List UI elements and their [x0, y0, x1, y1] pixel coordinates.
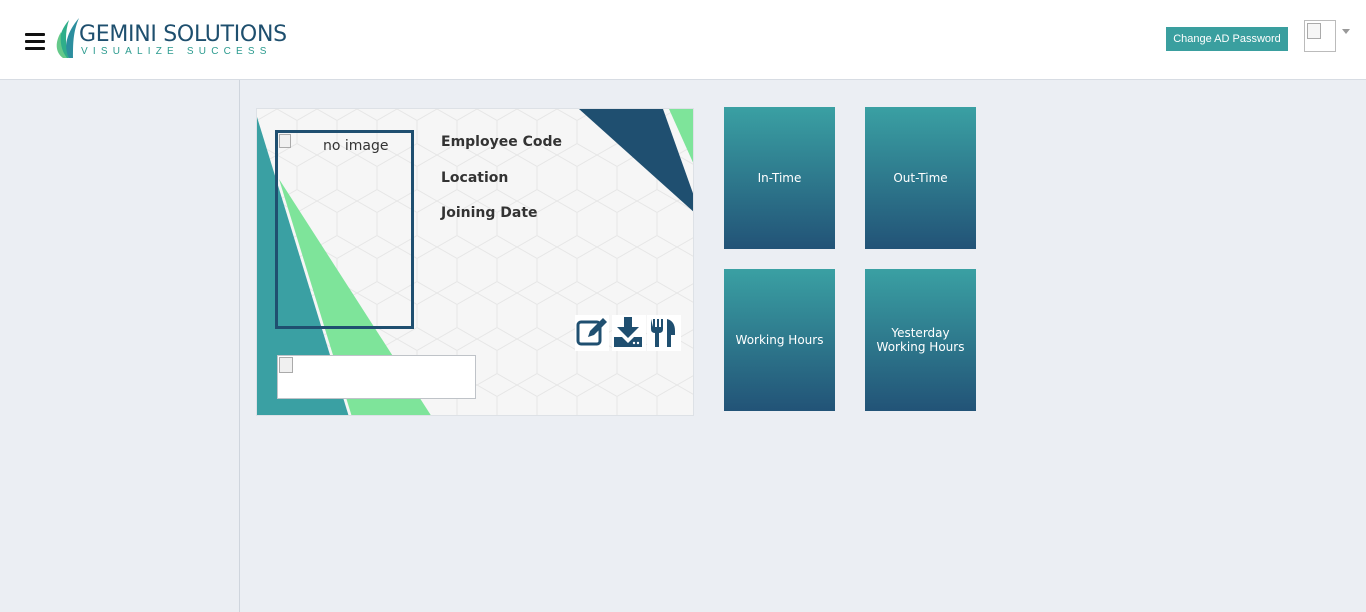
photo-alt-text: no image [323, 138, 389, 154]
company-logo[interactable]: GEMINI SOLUTIONS VISUALIZE SUCCESS [55, 14, 287, 60]
employee-photo: no image [275, 130, 414, 329]
joining-date-label: Joining Date [441, 205, 538, 221]
yesterday-working-hours-tile[interactable]: Yesterday Working Hours [865, 269, 976, 411]
signature-image [277, 355, 476, 399]
brand-name: GEMINI SOLUTIONS [79, 22, 287, 47]
tile-label: Yesterday Working Hours [876, 326, 965, 354]
tile-label: Working Hours [735, 333, 824, 347]
employee-code-label: Employee Code [441, 134, 562, 150]
broken-image-icon [279, 134, 291, 148]
tile-label: In-Time [757, 171, 802, 185]
in-time-tile[interactable]: In-Time [724, 107, 835, 249]
edit-icon[interactable] [575, 315, 609, 351]
out-time-tile[interactable]: Out-Time [865, 107, 976, 249]
employee-profile-card: no image Employee Code Location Joining … [256, 108, 694, 416]
working-hours-tile[interactable]: Working Hours [724, 269, 835, 411]
top-bar: GEMINI SOLUTIONS VISUALIZE SUCCESS Chang… [0, 0, 1366, 80]
hamburger-menu-icon[interactable] [25, 33, 45, 50]
cutlery-icon[interactable] [647, 315, 681, 351]
caret-down-icon[interactable] [1342, 29, 1350, 34]
brand-tagline: VISUALIZE SUCCESS [81, 46, 272, 57]
sidebar [0, 80, 240, 612]
user-avatar-icon[interactable] [1304, 20, 1336, 52]
change-ad-password-button[interactable]: Change AD Password [1166, 27, 1288, 51]
tile-label: Out-Time [893, 171, 948, 185]
location-label: Location [441, 170, 509, 186]
download-icon[interactable] [612, 315, 646, 351]
broken-image-icon [279, 357, 293, 373]
